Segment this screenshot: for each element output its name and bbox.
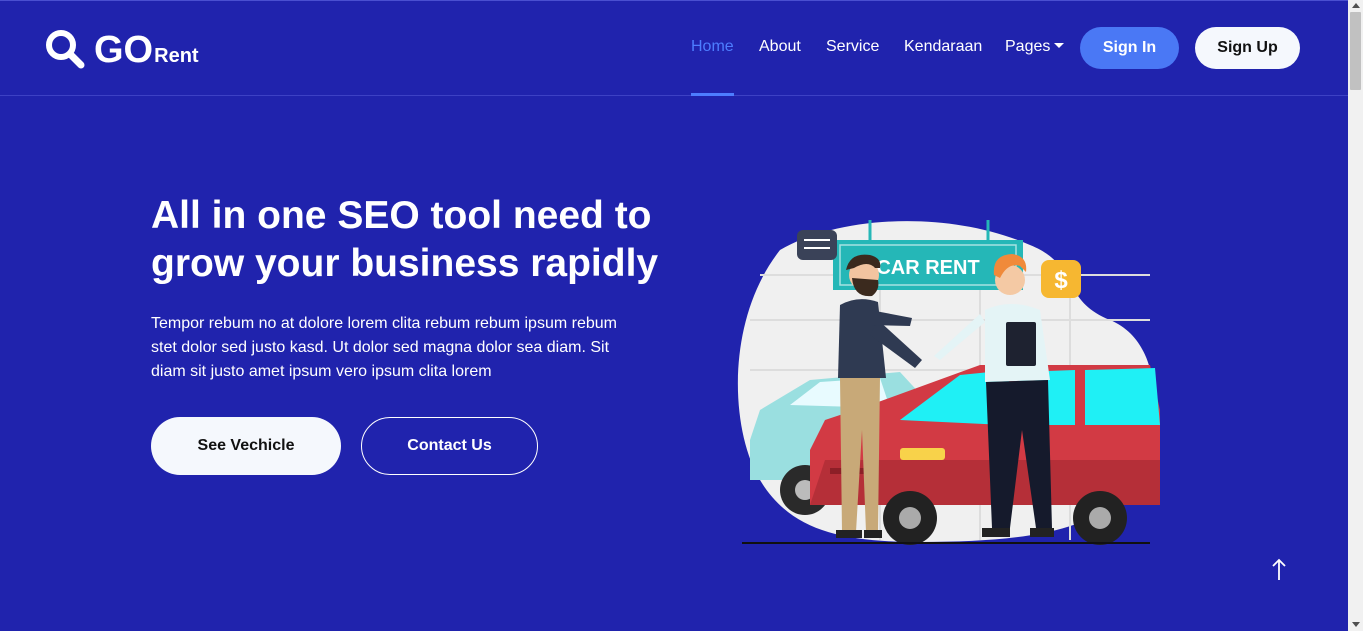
scroll-up-arrow-icon[interactable] xyxy=(1352,3,1360,8)
nav-active-indicator xyxy=(691,93,734,96)
hero-description: Tempor rebum no at dolore lorem clita re… xyxy=(151,315,617,380)
nav-service[interactable]: Service xyxy=(826,37,879,57)
logo-brand: GO xyxy=(94,29,154,71)
see-vehicle-button[interactable]: See Vechicle xyxy=(151,417,341,475)
search-icon xyxy=(46,30,85,69)
contact-us-button[interactable]: Contact Us xyxy=(361,417,538,475)
logo[interactable]: GO Rent xyxy=(44,24,199,70)
car-rent-illustration: CAR RENT $ xyxy=(737,220,1160,545)
scrollbar[interactable] xyxy=(1348,0,1363,631)
page: GO Rent Home About Service Kendaraan Pag… xyxy=(0,0,1348,631)
nav-kendaraan[interactable]: Kendaraan xyxy=(904,37,982,57)
scroll-down-arrow-icon[interactable] xyxy=(1352,622,1360,627)
logo-suffix: Rent xyxy=(154,45,199,67)
nav-pages-dropdown[interactable]: Pages xyxy=(1005,37,1065,57)
navbar: GO Rent Home About Service Kendaraan Pag… xyxy=(0,0,1348,96)
sign-up-button[interactable]: Sign Up xyxy=(1195,27,1300,69)
arrow-up-icon[interactable] xyxy=(1266,556,1292,584)
sign-in-button[interactable]: Sign In xyxy=(1080,27,1179,69)
caret-down-icon xyxy=(1054,42,1065,48)
scrollbar-thumb[interactable] xyxy=(1350,12,1361,90)
hero-title: All in one SEO tool need to grow your bu… xyxy=(151,194,659,285)
dollar-icon: $ xyxy=(1054,267,1068,294)
nav-about[interactable]: About xyxy=(759,37,801,57)
nav-home[interactable]: Home xyxy=(691,37,734,57)
nav-pages-label: Pages xyxy=(1005,38,1051,55)
illustration-sign-text: CAR RENT xyxy=(876,257,979,279)
